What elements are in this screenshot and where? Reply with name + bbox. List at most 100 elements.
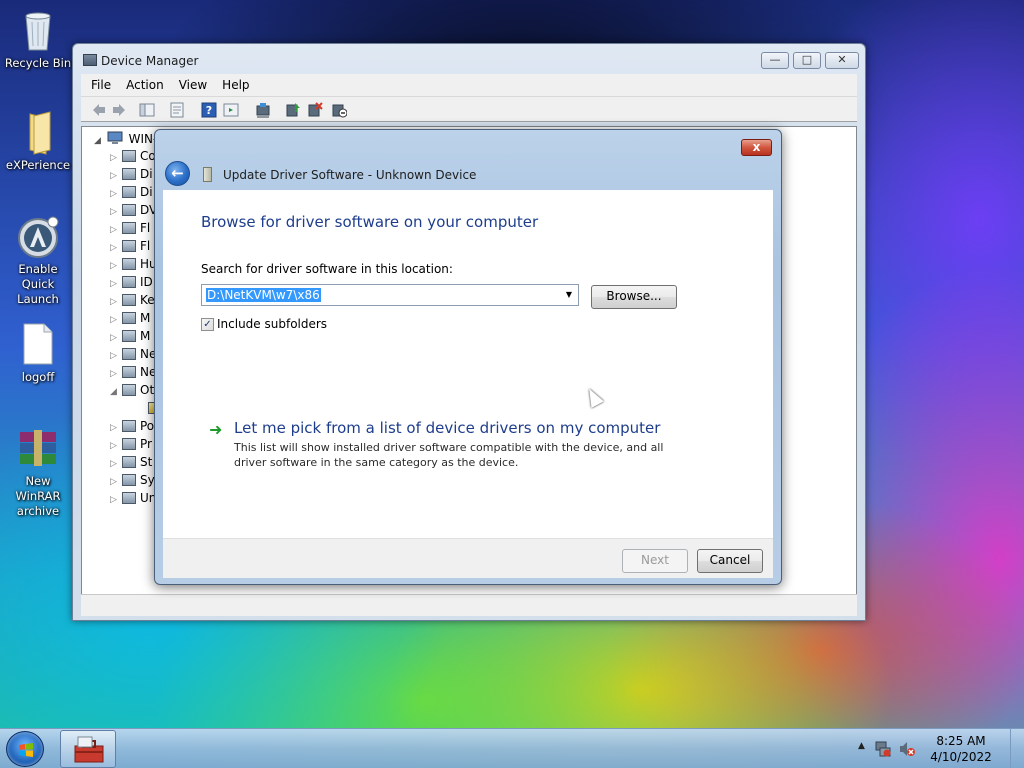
expand-arrow-icon[interactable]: ▷ — [110, 279, 120, 289]
forward-arrow-icon[interactable] — [111, 102, 127, 118]
show-desktop-button[interactable] — [1010, 729, 1024, 768]
tree-item[interactable]: ▷ Sy — [110, 473, 155, 491]
include-subfolders-checkbox[interactable]: ✓ — [201, 318, 214, 331]
help-icon[interactable]: ? — [201, 102, 217, 118]
quick-launch-icon — [16, 214, 60, 258]
expand-arrow-icon[interactable]: ▷ — [110, 207, 120, 217]
chevron-down-icon[interactable]: ▼ — [562, 287, 576, 303]
expand-arrow-icon[interactable]: ▷ — [110, 315, 120, 325]
tree-item-label: Pr — [140, 437, 152, 451]
desktop-icon-winrar-archive[interactable]: New WinRAR archive — [2, 426, 74, 519]
device-category-icon — [122, 294, 136, 306]
start-button[interactable] — [6, 731, 44, 767]
toolbox-icon — [74, 736, 104, 763]
disable-device-icon[interactable] — [331, 102, 347, 118]
tree-item[interactable]: ▷ DV — [110, 203, 157, 221]
cancel-button[interactable]: Cancel — [697, 549, 763, 573]
tree-item[interactable]: ◢ Ot — [110, 383, 154, 401]
expand-arrow-icon[interactable]: ▷ — [110, 423, 120, 433]
device-category-icon — [122, 456, 136, 468]
device-category-icon — [122, 420, 136, 432]
collapse-arrow-icon[interactable]: ◢ — [94, 136, 101, 146]
desktop-icon-recycle-bin[interactable]: Recycle Bin — [2, 8, 74, 71]
tree-item[interactable]: ▷ ID — [110, 275, 153, 293]
console-tree-icon[interactable] — [139, 102, 155, 118]
back-arrow-icon[interactable] — [91, 102, 107, 118]
pick-from-list-link[interactable]: Let me pick from a list of device driver… — [234, 419, 660, 437]
maximize-button[interactable]: □ — [793, 52, 821, 69]
volume-muted-icon[interactable] — [898, 740, 916, 758]
menu-help[interactable]: Help — [222, 78, 249, 92]
tree-item[interactable]: ▷ Di — [110, 167, 153, 185]
driver-path-combobox[interactable]: D:\NetKVM\w7\x86 ▼ — [201, 284, 579, 306]
tree-item[interactable]: ▷ Po — [110, 419, 154, 437]
svg-text:?: ? — [206, 104, 212, 117]
clock-time[interactable]: 8:25 AM — [926, 734, 996, 748]
taskbar-device-manager[interactable] — [60, 730, 116, 768]
expand-arrow-icon[interactable]: ▷ — [110, 261, 120, 271]
clock-date[interactable]: 4/10/2022 — [926, 750, 996, 764]
device-category-icon — [122, 258, 136, 270]
expand-arrow-icon[interactable]: ▷ — [110, 243, 120, 253]
close-button[interactable]: ✕ — [825, 52, 859, 69]
expand-arrow-icon[interactable]: ▷ — [110, 495, 120, 505]
dialog-title: Update Driver Software - Unknown Device — [223, 168, 477, 182]
desktop-icon-label: eXPerience — [5, 158, 71, 172]
tree-item[interactable]: ▷ Un — [110, 491, 156, 509]
tree-item[interactable]: ▷ St — [110, 455, 152, 473]
menu-view[interactable]: View — [179, 78, 207, 92]
update-driver-dialog: x ← Update Driver Software - Unknown Dev… — [154, 129, 782, 585]
action-pane-icon[interactable] — [223, 102, 239, 118]
device-category-icon — [122, 240, 136, 252]
tree-item[interactable]: ▷ Ne — [110, 365, 156, 383]
desktop-icon-enable-quick-launch[interactable]: Enable Quick Launch — [2, 214, 74, 307]
tree-item[interactable]: ▷ M — [110, 311, 150, 329]
browse-button[interactable]: Browse... — [591, 285, 677, 309]
desktop-icon-logoff[interactable]: logoff — [2, 322, 74, 385]
network-icon[interactable] — [874, 740, 892, 758]
tree-item[interactable]: ▷ Hu — [110, 257, 157, 275]
expand-arrow-icon[interactable]: ▷ — [110, 225, 120, 235]
expand-arrow-icon[interactable]: ▷ — [110, 189, 120, 199]
desktop-icon-label: logoff — [21, 370, 55, 384]
desktop-icon-experience[interactable]: eXPerience — [2, 110, 74, 173]
expand-arrow-icon[interactable]: ▷ — [110, 333, 120, 343]
expand-arrow-icon[interactable]: ▷ — [110, 441, 120, 451]
show-hidden-icons-button[interactable]: ▲ — [858, 741, 865, 751]
device-category-icon — [122, 150, 136, 162]
tree-item[interactable]: ▷ M — [110, 329, 150, 347]
dialog-close-button[interactable]: x — [741, 139, 772, 156]
tree-item[interactable]: ▷ Pr — [110, 437, 152, 455]
tree-item-label: M — [140, 329, 151, 343]
tree-item[interactable]: ▷ Ne — [110, 347, 156, 365]
tree-item[interactable]: ▷ Fl — [110, 221, 150, 239]
expand-arrow-icon[interactable]: ▷ — [110, 171, 120, 181]
device-category-icon — [122, 276, 136, 288]
tree-item[interactable]: ▷ Co — [110, 149, 156, 167]
scan-hardware-icon[interactable] — [255, 102, 271, 118]
minimize-button[interactable]: — — [761, 52, 789, 69]
expand-arrow-icon[interactable]: ◢ — [110, 387, 120, 397]
next-button[interactable]: Next — [622, 549, 688, 573]
back-button[interactable]: ← — [165, 161, 190, 186]
tree-item-label: St — [140, 455, 153, 469]
tree-root[interactable]: ◢ WIN- — [94, 131, 157, 146]
device-manager-titlebar[interactable]: Device Manager — □ ✕ — [73, 44, 865, 74]
expand-arrow-icon[interactable]: ▷ — [110, 297, 120, 307]
menu-file[interactable]: File — [91, 78, 111, 92]
tree-item[interactable]: ▷ Ke — [110, 293, 155, 311]
tree-item[interactable]: ▷ Fl — [110, 239, 150, 257]
expand-arrow-icon[interactable]: ▷ — [110, 153, 120, 163]
expand-arrow-icon[interactable]: ▷ — [110, 369, 120, 379]
tree-item[interactable]: ▷ Di — [110, 185, 153, 203]
expand-arrow-icon[interactable]: ▷ — [110, 477, 120, 487]
device-category-icon — [122, 222, 136, 234]
menu-action[interactable]: Action — [126, 78, 164, 92]
expand-arrow-icon[interactable]: ▷ — [110, 459, 120, 469]
update-driver-icon[interactable] — [285, 102, 301, 118]
device-category-icon — [122, 438, 136, 450]
uninstall-device-icon[interactable] — [307, 102, 323, 118]
expand-arrow-icon[interactable]: ▷ — [110, 351, 120, 361]
properties-icon[interactable] — [169, 102, 185, 118]
device-category-icon — [122, 312, 136, 324]
